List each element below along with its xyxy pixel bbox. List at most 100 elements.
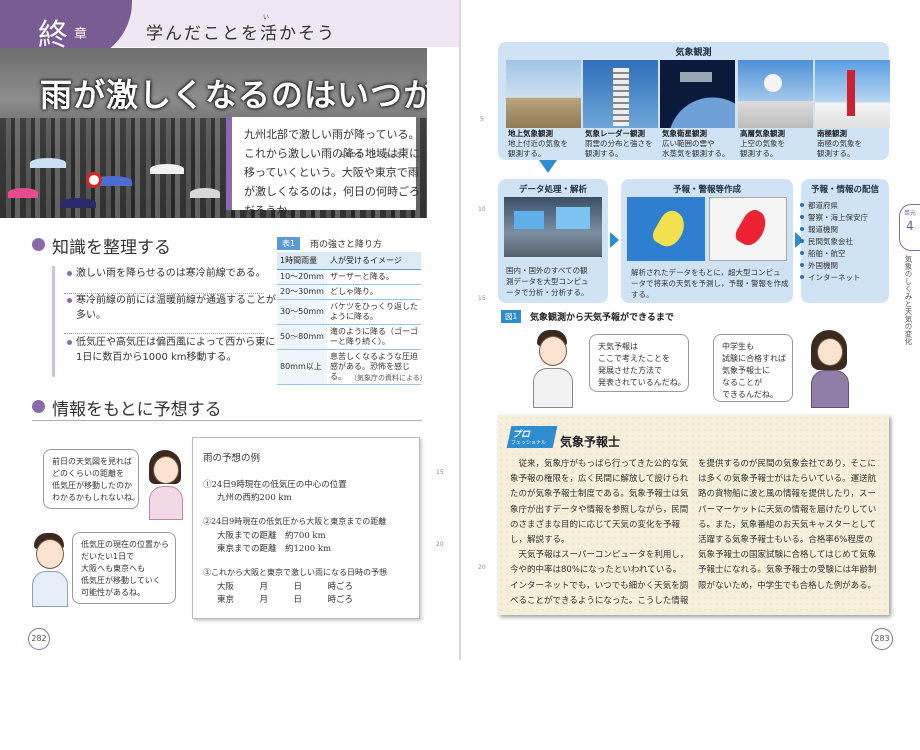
girl-student-illustration	[807, 330, 851, 408]
umbrella-shape	[60, 198, 96, 208]
obs-desc: 観測する。	[508, 149, 546, 158]
unit-label: 単元	[904, 210, 917, 217]
rain-image: バケツをひっくり返したように降る。	[327, 299, 421, 325]
page-number-right: 283	[871, 628, 893, 650]
bubble-line: 発表されているんだね。	[598, 378, 686, 387]
boy-student-illustration	[531, 330, 573, 408]
forecasting-line: ータで将来の天気を予測し，予報・警報を作成	[631, 279, 789, 288]
example-line: ②24日9時現在の低気圧から大阪と東京までの距離	[203, 517, 387, 526]
distribution-title: 予報・情報の配信	[810, 185, 879, 195]
face-shape	[817, 338, 843, 366]
distribution-item: 警察・海上保安庁	[800, 213, 868, 222]
professional-column: プロ フェッショナル 気象予報士 従来，気象庁がもっぱら行ってきた公的な気 象予…	[498, 415, 889, 615]
dotted-divider	[64, 333, 264, 334]
unit-side-tab: 単元 4	[899, 204, 920, 251]
left-page: 終 章 学んだことを活かそう い 雨が激しくなるのはいつか 九州北部で激しい雨が…	[0, 0, 459, 660]
line-number: 5	[480, 116, 484, 123]
example-title: 雨の予想の例	[203, 453, 261, 464]
forecast-map-b	[709, 197, 787, 261]
ruby-tokyo: とうきょう	[371, 152, 402, 159]
bubble-line: なることが	[722, 378, 762, 387]
knowledge-item: 寒冷前線の前には温暖前線が通過することが多い。	[67, 293, 277, 323]
speech-bubble-girl: 前日の天気図を見れば どのくらいの距離を 低気圧が移動したのか わかるかもしれな…	[43, 449, 140, 509]
pro-line: は多くの気象予報士がはたらいている。運送航	[698, 474, 877, 485]
umbrella-shape	[150, 164, 184, 174]
unit-number: 4	[906, 219, 914, 233]
speech-bubble-boy-right: 天気予報は ここで考えたことを 発展させた方法で 発表されているんだね。	[589, 334, 689, 392]
tower-shape	[613, 68, 629, 126]
dotted-divider	[64, 293, 264, 294]
table-source: （気象庁の資料による）	[350, 374, 427, 382]
example-line: 大阪までの距離 約700 km	[217, 531, 326, 541]
distribution-item: 民間気象会社	[800, 237, 853, 246]
body-shape	[32, 571, 68, 607]
empty-area-below-pages	[0, 660, 920, 750]
umbrella-shape	[30, 158, 66, 168]
pro-line: 活躍する気象予報士もいる。合格率6%程度の	[698, 535, 873, 546]
rain-image: ザーザーと降る。	[327, 269, 421, 285]
line-number: 10	[478, 206, 486, 213]
section-rule	[32, 420, 422, 421]
forecasting-line: する。	[631, 290, 654, 299]
bubble-line: 低気圧が移動したのか	[52, 481, 132, 490]
boy-student-illustration	[28, 533, 70, 607]
flow-arrow-down-icon	[539, 160, 557, 173]
example-line: ①24日9時現在の低気圧の中心の位置	[203, 480, 347, 490]
radar-tower-photo	[583, 60, 658, 128]
table-row: 10～20mm ザーザーと降る。	[277, 269, 421, 285]
pro-line: 気象予報士の国家試験に合格してはじめて気象	[698, 550, 877, 561]
data-processing-line: ータで分析・分析する。	[506, 288, 589, 297]
pro-line: る。また，気象番組のお天気キャスターとして	[698, 519, 877, 530]
body-shape	[149, 486, 183, 520]
photo-title: 雨が激しくなるのはいつか	[40, 76, 427, 114]
intro-line: 九州北部で激しい雨が降っている。	[244, 128, 420, 141]
rain-amount: 30～50mm	[277, 299, 327, 325]
title-ruby: い	[263, 14, 270, 21]
pro-badge-subtext: フェッショナル	[511, 440, 547, 446]
rain-intensity-table: 1時間雨量 人が受けるイメージ 10～20mm ザーザーと降る。 20～30mm…	[277, 252, 421, 385]
table-header: 1時間雨量	[277, 252, 327, 270]
obs-desc: 観測する。	[740, 149, 778, 158]
upper-air-photo	[738, 60, 813, 128]
obs-desc: 水蒸気を観測する。	[662, 149, 730, 158]
example-line: 大阪 月 日 時ごろ	[217, 582, 354, 592]
pro-line: 路の貨物船に波と風の情報を提供したり，スー	[698, 489, 876, 500]
bubble-line: 試験に合格すれば	[722, 354, 786, 363]
page-number-left: 282	[28, 628, 50, 650]
obs-desc: 観測する。	[817, 149, 855, 158]
bubble-line: 大阪へも東京へも	[81, 564, 145, 573]
satellite-shape	[680, 72, 712, 82]
body-shape	[533, 368, 573, 408]
knowledge-item: 低気圧や高気圧は偏西風によって西から東に1日に数百から1000 km移動する。	[67, 335, 277, 365]
rain-image: 滝のように降る（ゴーゴーと降り続く）。	[327, 324, 421, 350]
rain-amount: 20～30mm	[277, 284, 327, 300]
rain-amount: 10～20mm	[277, 269, 327, 285]
unit-vertical-title: 気象のしくみと天気の変化	[904, 255, 913, 345]
pro-line: 予報士になれる。気象予報士の受験には年齢制	[698, 565, 877, 576]
umbrella-shape	[190, 188, 220, 198]
obs-desc: 観測する。	[585, 149, 623, 158]
surface-station-photo	[506, 60, 581, 128]
bubble-line: 低気圧の現在の位置から	[81, 540, 169, 549]
bubble-line: 前日の天気図を見れば	[52, 457, 132, 466]
distribution-item: 報道機関	[800, 225, 838, 234]
line-number: 20	[436, 541, 444, 548]
table-header-row: 1時間雨量 人が受けるイメージ	[277, 252, 421, 270]
knowledge-item: 激しい雨を降らせるのは寒冷前線である。	[67, 266, 277, 281]
pro-title: 気象予報士	[560, 435, 621, 449]
speech-bubble-girl-right: 中学生も 試験に合格すれば 気象予報士に なることが できるんだね。	[713, 334, 793, 402]
forecast-heading: 情報をもとに予想する	[52, 400, 222, 420]
table-row: 30～50mm バケツをひっくり返したように降る。	[277, 299, 421, 325]
data-processing-title: データ処理・解析	[518, 185, 587, 195]
monitor-shape	[556, 207, 590, 229]
pro-line: 天気予報はスーパーコンピュータを利用し，	[510, 550, 689, 561]
knowledge-list: 激しい雨を降らせるのは寒冷前線である。 寒冷前線の前には温暖前線が通過することが…	[52, 266, 277, 377]
pro-line: を提供するのが民間の気象会社であり，そこに	[698, 459, 876, 469]
forecasting-panel: 予報・警報等作成 解析されたデータをもとに，超大型コンピュ ータで将来の天気を予…	[621, 179, 793, 303]
face-shape	[36, 539, 64, 569]
line-number: 15	[478, 295, 486, 302]
bubble-line: わかるかもしれないね。	[52, 493, 140, 502]
section-bullet-icon	[32, 400, 45, 413]
japan-shape	[649, 206, 691, 252]
face-shape	[153, 456, 179, 484]
